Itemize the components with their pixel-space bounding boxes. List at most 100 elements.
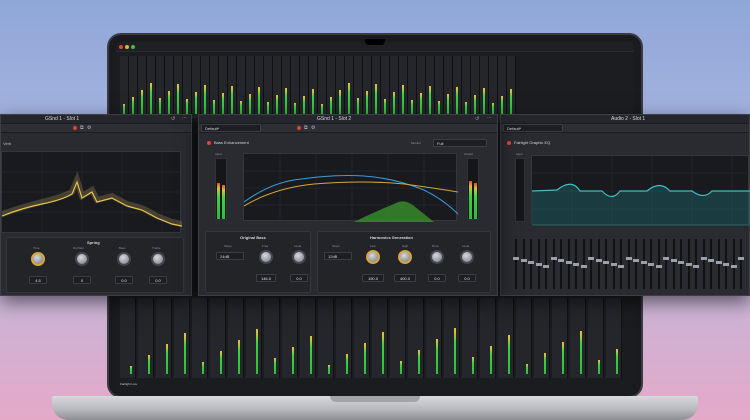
eq-band-slider[interactable] <box>670 239 677 289</box>
harmonics-high-knob[interactable] <box>398 250 412 264</box>
harmonics-low-knob[interactable] <box>366 250 380 264</box>
mixer-channel-strip[interactable] <box>372 56 381 118</box>
eq-band-thumb[interactable] <box>723 263 729 266</box>
mixer-channel-strip[interactable] <box>174 56 183 118</box>
reverb-record-icon[interactable] <box>73 126 77 130</box>
fader-strip[interactable] <box>282 298 298 378</box>
mixer-channel-strip[interactable] <box>120 56 129 118</box>
eq-band-thumb[interactable] <box>603 261 609 264</box>
harmonics-level-value[interactable]: 0.0 <box>458 274 476 282</box>
fader-strip[interactable] <box>588 298 604 378</box>
eq-band-slider[interactable] <box>700 239 707 289</box>
mixer-channel-strip[interactable] <box>156 56 165 118</box>
minimize-window-icon[interactable] <box>125 45 129 49</box>
eq-band-thumb[interactable] <box>535 263 542 266</box>
eq-band-thumb[interactable] <box>565 261 572 264</box>
mixer-channel-strip[interactable] <box>435 56 444 118</box>
eq-band-thumb[interactable] <box>633 259 639 262</box>
mixer-channel-strip[interactable] <box>273 56 282 118</box>
fader-strip[interactable] <box>534 298 550 378</box>
harmonics-drive-knob[interactable] <box>430 250 444 264</box>
mixer-channel-strip[interactable] <box>381 56 390 118</box>
bass-link-icon[interactable]: ⧉ <box>304 125 308 131</box>
original-level-value[interactable]: 0.0 <box>290 274 308 282</box>
mixer-channel-strip[interactable] <box>237 56 246 118</box>
eq-band-thumb[interactable] <box>595 259 602 262</box>
eq-band-slider[interactable] <box>618 239 624 289</box>
fader-strip[interactable] <box>516 298 532 378</box>
eq-band-slider[interactable] <box>663 239 669 289</box>
harmonics-drive-value[interactable]: 0.0 <box>428 274 446 282</box>
eq-band-thumb[interactable] <box>663 257 669 260</box>
mixer-channel-strip[interactable] <box>138 56 147 118</box>
mixer-channel-strip[interactable] <box>309 56 318 118</box>
mixer-channel-strip[interactable] <box>489 56 498 118</box>
maximize-window-icon[interactable] <box>131 45 135 49</box>
mixer-channel-strip[interactable] <box>192 56 201 118</box>
mixer-channel-strip[interactable] <box>354 56 363 118</box>
eq-band-slider[interactable] <box>565 239 572 289</box>
eq-band-slider[interactable] <box>610 239 617 289</box>
eq-band-slider[interactable] <box>513 239 519 289</box>
reverb-link-icon[interactable]: ⧉ <box>80 125 84 131</box>
eq-band-thumb[interactable] <box>730 265 737 268</box>
eq-band-thumb[interactable] <box>738 257 744 260</box>
eq-panel-header[interactable]: Audio 2 - Slot 1 <box>501 115 749 124</box>
eq-band-thumb[interactable] <box>700 257 707 260</box>
bass-settings-icon[interactable]: ⚙ <box>311 125 315 131</box>
eq-band-slider[interactable] <box>543 239 549 289</box>
mixer-channel-strip[interactable] <box>507 56 516 118</box>
eq-band-slider[interactable] <box>603 239 609 289</box>
eq-band-thumb[interactable] <box>513 257 519 260</box>
mixer-channel-strip[interactable] <box>345 56 354 118</box>
mixer-channel-strip[interactable] <box>453 56 462 118</box>
eq-band-thumb[interactable] <box>543 265 549 268</box>
eq-band-slider[interactable] <box>520 239 527 289</box>
eq-band-thumb[interactable] <box>573 263 579 266</box>
eq-band-slider[interactable] <box>588 239 594 289</box>
bass-panel-header[interactable]: GSnd 1 - Slot 2 ↺ ⋯ <box>199 115 497 124</box>
time-value[interactable]: 4.5 <box>29 276 47 284</box>
eq-preset-dropdown[interactable]: Default* <box>503 124 563 132</box>
eq-band-slider[interactable] <box>655 239 662 289</box>
time-knob[interactable] <box>31 252 45 266</box>
eq-band-slider[interactable] <box>693 239 699 289</box>
eq-band-slider[interactable] <box>580 239 587 289</box>
eq-band-slider[interactable] <box>648 239 654 289</box>
eq-band-thumb[interactable] <box>550 257 557 260</box>
fader-strip[interactable] <box>336 298 352 378</box>
eq-band-thumb[interactable] <box>678 261 684 264</box>
harmonics-level-knob[interactable] <box>460 250 474 264</box>
more-options-icon[interactable]: ⋯ <box>182 115 187 121</box>
bass-value[interactable]: 0.0 <box>115 276 133 284</box>
eq-band-slider[interactable] <box>640 239 647 289</box>
eq-band-thumb[interactable] <box>655 265 662 268</box>
mixer-channel-strip[interactable] <box>147 56 156 118</box>
treble-knob[interactable] <box>151 252 165 266</box>
original-slope-dropdown[interactable]: 24dB <box>216 252 244 260</box>
fader-strip[interactable] <box>264 298 280 378</box>
eq-band-slider[interactable] <box>730 239 737 289</box>
eq-band-slider[interactable] <box>625 239 632 289</box>
eq-band-thumb[interactable] <box>618 265 624 268</box>
mixer-channel-strip[interactable] <box>165 56 174 118</box>
eq-band-thumb[interactable] <box>580 265 587 268</box>
fader-strip[interactable] <box>426 298 442 378</box>
fader-strip[interactable] <box>498 298 514 378</box>
mixer-channel-strip[interactable] <box>336 56 345 118</box>
fader-strip[interactable] <box>462 298 478 378</box>
mixer-channel-strip[interactable] <box>183 56 192 118</box>
mixer-channel-strip[interactable] <box>318 56 327 118</box>
harmonics-low-value[interactable]: 150.0 <box>362 274 384 282</box>
eq-band-thumb[interactable] <box>610 263 617 266</box>
eq-band-thumb[interactable] <box>708 259 714 262</box>
monitor-dropdown[interactable]: Full <box>433 139 487 147</box>
fader-strip[interactable] <box>138 298 154 378</box>
bass-preset-dropdown[interactable]: Default* <box>201 124 261 132</box>
history-icon[interactable]: ↺ <box>475 116 479 122</box>
reverb-panel-header[interactable]: GSnd 1 - Slot 1 ↺ ⋯ <box>1 115 191 124</box>
mixer-channel-strip[interactable] <box>471 56 480 118</box>
mixer-channel-strip[interactable] <box>363 56 372 118</box>
eq-band-slider[interactable] <box>678 239 684 289</box>
fader-strip[interactable] <box>570 298 586 378</box>
